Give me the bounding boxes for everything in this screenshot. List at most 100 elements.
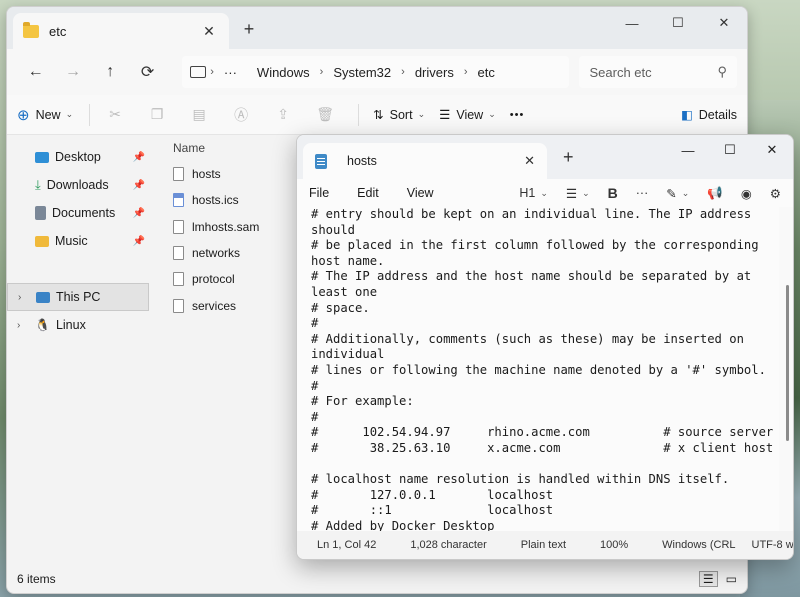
breadcrumb-separator[interactable]: › xyxy=(320,66,324,78)
sidebar-item-downloads[interactable]: ⤓ Downloads 📌 xyxy=(7,171,149,199)
heading-dropdown[interactable]: H1 ⌄ xyxy=(519,186,548,200)
text-editor[interactable]: # entry should be kept on an individual … xyxy=(297,207,779,531)
up-button[interactable]: ↑ xyxy=(92,56,129,88)
sort-button[interactable]: ⇅ Sort ⌄ xyxy=(373,107,426,123)
search-placeholder: Search etc xyxy=(589,64,652,80)
desktop-icon xyxy=(35,151,49,163)
character-count: 1,028 character xyxy=(410,539,487,551)
explorer-window-controls: — ☐ ✕ xyxy=(609,7,747,39)
chevron-right-icon[interactable]: › xyxy=(18,292,21,303)
music-folder-icon xyxy=(35,235,49,247)
sidebar-item-linux[interactable]: › 🐧 Linux xyxy=(7,311,149,339)
chevron-right-icon[interactable]: › xyxy=(17,320,20,331)
back-button[interactable]: ← xyxy=(17,56,54,88)
close-button[interactable]: ✕ xyxy=(701,7,747,39)
cursor-position[interactable]: Ln 1, Col 42 xyxy=(317,539,376,551)
bold-button[interactable]: B xyxy=(608,185,618,201)
pin-icon[interactable]: 📌 xyxy=(133,236,145,247)
pin-icon[interactable]: 📌 xyxy=(133,180,145,191)
line-ending[interactable]: Windows (CRL xyxy=(662,539,735,551)
copilot-rewrite-button[interactable]: ✎ ⌄ xyxy=(666,186,689,201)
sidebar-item-label: Downloads xyxy=(46,178,109,192)
explorer-status-bar: 6 items ☰ ▭ xyxy=(7,565,747,593)
more-icon: ••• xyxy=(509,108,525,121)
zoom-level[interactable]: 100% xyxy=(600,539,628,551)
chevron-down-icon: ⌄ xyxy=(417,109,426,119)
settings-gear-icon[interactable]: ⚙ xyxy=(770,186,781,201)
copy-icon[interactable]: ❐ xyxy=(146,104,168,126)
more-formatting-button[interactable]: ··· xyxy=(636,186,649,200)
maximize-button[interactable]: ☐ xyxy=(709,135,751,165)
file-icon xyxy=(173,272,184,287)
pin-icon[interactable]: 📌 xyxy=(133,208,145,219)
close-button[interactable]: ✕ xyxy=(751,135,793,165)
navigation-pane: Desktop 📌 ⤓ Downloads 📌 Documents 📌 Musi… xyxy=(7,135,149,565)
pin-icon[interactable]: 📌 xyxy=(133,152,145,163)
sidebar-item-documents[interactable]: Documents 📌 xyxy=(7,199,149,227)
delete-icon[interactable]: 🗑 xyxy=(314,104,336,126)
file-icon xyxy=(173,219,184,234)
sidebar-item-label: Documents xyxy=(52,206,116,220)
details-view-icon[interactable]: ☰ xyxy=(698,571,718,587)
computer-icon xyxy=(190,66,207,78)
sidebar-item-music[interactable]: Music 📌 xyxy=(7,227,149,255)
minimize-button[interactable]: — xyxy=(667,135,709,165)
breadcrumb-windows[interactable]: Windows xyxy=(257,65,310,80)
view-label: View xyxy=(456,107,484,122)
search-input[interactable]: Search etc ⚲ xyxy=(579,56,737,88)
notifications-icon[interactable]: 📢 xyxy=(707,186,723,201)
plus-icon: ⊕ xyxy=(17,106,30,124)
list-dropdown[interactable]: ☰ ⌄ xyxy=(566,186,590,201)
breadcrumb-overflow[interactable]: ··· xyxy=(224,65,237,80)
maximize-button[interactable]: ☐ xyxy=(655,7,701,39)
cut-icon[interactable]: ✂ xyxy=(104,104,126,126)
menu-edit[interactable]: Edit xyxy=(357,186,379,200)
file-name: protocol xyxy=(192,272,235,287)
new-tab-button[interactable]: + xyxy=(239,19,259,40)
toolbar-divider xyxy=(89,103,91,126)
encoding[interactable]: UTF-8 with BO xyxy=(752,539,793,551)
breadcrumb-etc[interactable]: etc xyxy=(478,65,495,80)
sort-icon: ⇅ xyxy=(373,108,384,122)
close-tab-icon[interactable]: ✕ xyxy=(199,23,219,40)
breadcrumb-separator[interactable]: › xyxy=(401,66,405,78)
minimize-button[interactable]: — xyxy=(609,7,655,39)
menu-file[interactable]: File xyxy=(309,186,329,200)
notepad-tab[interactable]: hosts ✕ xyxy=(303,143,547,179)
search-icon: ⚲ xyxy=(717,64,727,79)
new-tab-button[interactable]: + xyxy=(563,147,574,168)
tiles-view-icon[interactable]: ▭ xyxy=(726,572,737,586)
item-count: 6 items xyxy=(17,572,56,586)
explorer-tab-title: etc xyxy=(49,23,67,39)
breadcrumb-separator[interactable]: › xyxy=(464,66,468,78)
paste-icon[interactable]: ▤ xyxy=(188,104,210,126)
share-icon[interactable]: ⇪ xyxy=(272,104,294,126)
view-button[interactable]: ☰ View ⌄ xyxy=(439,107,496,123)
details-button[interactable]: ◧ Details xyxy=(681,107,737,123)
new-button[interactable]: ⊕ New ⌄ xyxy=(17,106,73,124)
notepad-window: hosts ✕ + — ☐ ✕ File Edit View H1 ⌄ ☰ ⌄ … xyxy=(296,134,794,560)
explorer-address-row: ← → ↑ ⟳ › ··· Windows › System32 › drive… xyxy=(7,49,747,95)
vertical-scrollbar[interactable] xyxy=(786,285,789,441)
forward-button[interactable]: → xyxy=(54,56,91,88)
sidebar-item-desktop[interactable]: Desktop 📌 xyxy=(7,143,149,171)
sidebar-item-label: This PC xyxy=(56,290,101,304)
more-options-button[interactable]: ••• xyxy=(510,109,525,121)
account-icon[interactable]: ◉ xyxy=(741,186,752,201)
heading-label: H1 xyxy=(519,186,536,200)
explorer-titlebar: etc ✕ + — ☐ ✕ xyxy=(7,7,747,49)
sidebar-item-this-pc[interactable]: › This PC xyxy=(7,283,149,311)
notepad-tab-title: hosts xyxy=(347,154,377,168)
text-format[interactable]: Plain text xyxy=(521,539,566,551)
breadcrumb-drivers[interactable]: drivers xyxy=(415,65,454,80)
breadcrumb-system32[interactable]: System32 xyxy=(333,65,391,80)
chevron-down-icon: ⌄ xyxy=(681,187,690,198)
file-name: networks xyxy=(192,246,241,261)
address-bar[interactable]: › ··· Windows › System32 › drivers › etc xyxy=(182,56,570,88)
close-tab-icon[interactable]: ✕ xyxy=(524,153,535,169)
rename-icon[interactable]: Ⓐ xyxy=(230,104,252,126)
explorer-tab[interactable]: etc ✕ xyxy=(13,13,229,49)
menu-view[interactable]: View xyxy=(407,186,434,200)
refresh-button[interactable]: ⟳ xyxy=(129,56,166,88)
